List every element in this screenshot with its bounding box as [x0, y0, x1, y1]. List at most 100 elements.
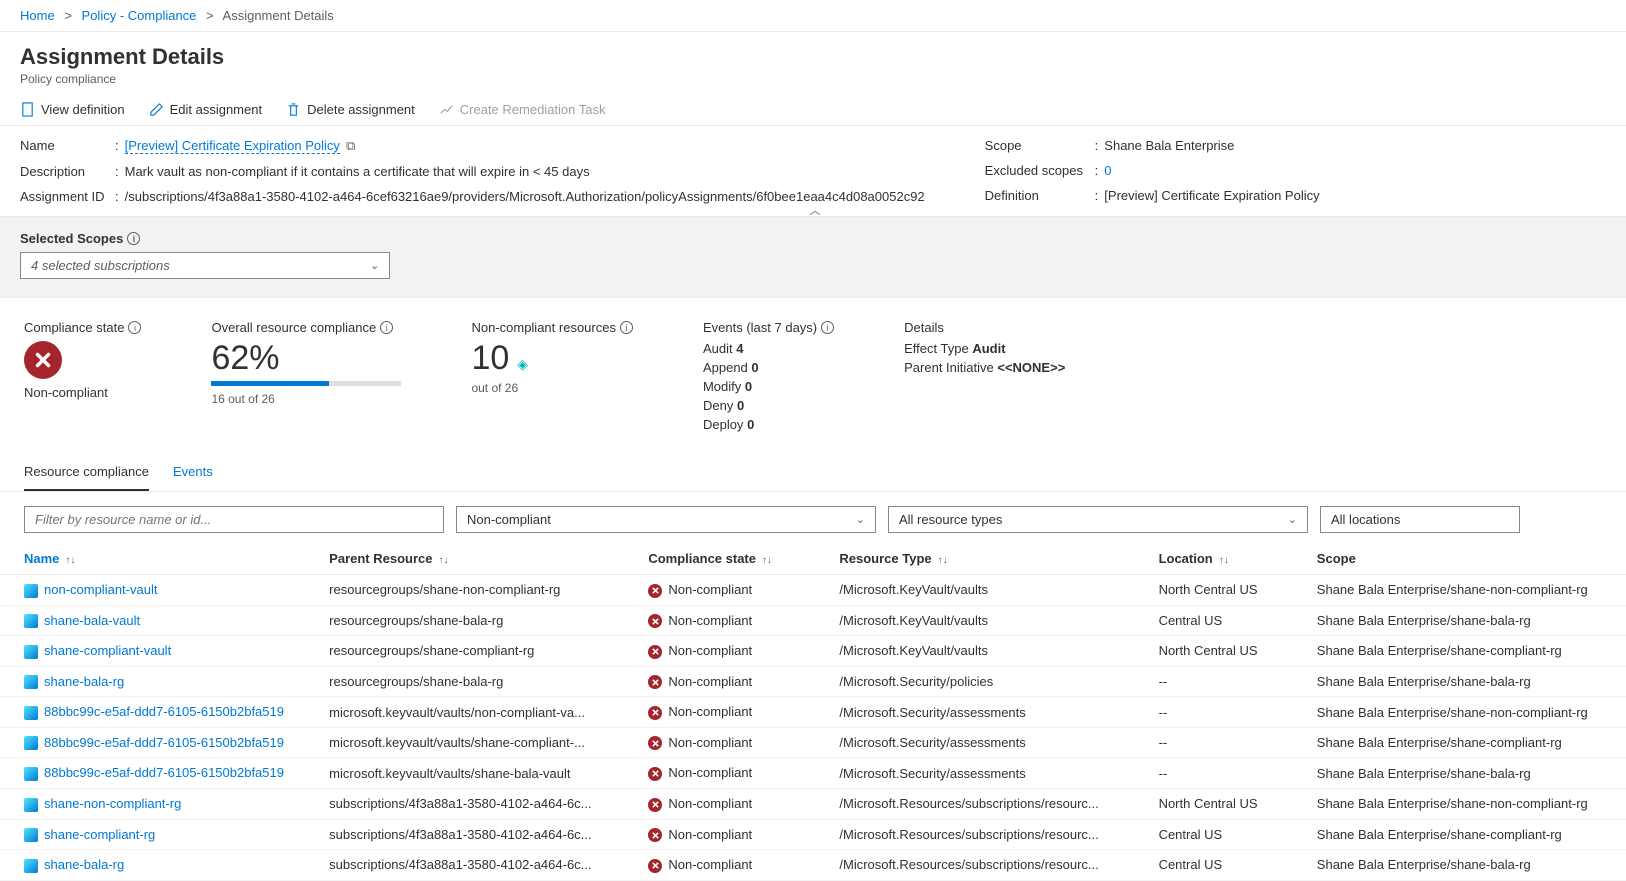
selected-scopes-dropdown[interactable]: 4 selected subscriptions ⌄: [20, 252, 390, 279]
table-row[interactable]: shane-bala-rg resourcegroups/shane-bala-r…: [0, 666, 1626, 697]
dropdown-value: All resource types: [899, 512, 1002, 527]
prop-desc-label: Description: [20, 164, 115, 179]
resource-link[interactable]: shane-compliant-vault: [44, 643, 171, 658]
create-remediation-button: Create Remediation Task: [439, 102, 606, 117]
noncompliant-small-icon: [648, 828, 662, 842]
prop-assign-value: /subscriptions/4f3a88a1-3580-4102-a464-6…: [125, 189, 925, 204]
cell-location: --: [1149, 727, 1307, 758]
page-title: Assignment Details: [20, 44, 1606, 70]
noncompliant-small-icon: [648, 798, 662, 812]
resource-icon: [24, 675, 38, 689]
event-value: 0: [747, 417, 754, 432]
filter-locations-dropdown[interactable]: All locations: [1320, 506, 1520, 533]
col-scope[interactable]: Scope: [1307, 543, 1626, 575]
cell-parent: resourcegroups/shane-bala-rg: [319, 666, 638, 697]
noncompliant-small-icon: [648, 706, 662, 720]
table-row[interactable]: 88bbc99c-e5af-ddd7-6105-6150b2bfa519micr…: [0, 697, 1626, 728]
prop-name-label: Name: [20, 138, 115, 154]
overall-sub: 16 out of 26: [211, 392, 401, 406]
breadcrumb-policy[interactable]: Policy - Compliance: [82, 8, 197, 23]
table-row[interactable]: shane-compliant-rg subscriptions/4f3a88a1…: [0, 819, 1626, 850]
cell-scope: Shane Bala Enterprise/shane-non-complian…: [1307, 788, 1626, 819]
prop-excl-label: Excluded scopes: [985, 163, 1095, 178]
event-value: 0: [751, 360, 758, 375]
cell-parent: subscriptions/4f3a88a1-3580-4102-a464-6c…: [319, 788, 638, 819]
col-state[interactable]: Compliance state↑↓: [638, 543, 829, 575]
selected-scopes-panel: Selected Scopes i 4 selected subscriptio…: [0, 216, 1626, 298]
cell-parent: subscriptions/4f3a88a1-3580-4102-a464-6c…: [319, 819, 638, 850]
delete-assignment-button[interactable]: Delete assignment: [286, 102, 415, 117]
resource-icon: [24, 614, 38, 628]
table-row[interactable]: non-compliant-vaultresourcegroups/shane-…: [0, 575, 1626, 606]
cell-type: /Microsoft.Resources/subscriptions/resou…: [829, 850, 1148, 881]
resource-link[interactable]: shane-bala-rg: [44, 857, 124, 872]
breadcrumb-home[interactable]: Home: [20, 8, 55, 23]
resource-link[interactable]: shane-compliant-rg: [44, 827, 155, 842]
cell-type: /Microsoft.Security/assessments: [829, 697, 1148, 728]
edit-assignment-button[interactable]: Edit assignment: [149, 102, 263, 117]
stat-title: Details: [904, 320, 1065, 335]
event-label: Deny: [703, 398, 733, 413]
resource-link[interactable]: shane-bala-vault: [44, 613, 140, 628]
view-definition-button[interactable]: View definition: [20, 102, 125, 117]
resource-link[interactable]: 88bbc99c-e5af-ddd7-6105-6150b2bfa519: [44, 765, 284, 780]
col-location[interactable]: Location↑↓: [1149, 543, 1307, 575]
cell-scope: Shane Bala Enterprise/shane-bala-rg: [1307, 758, 1626, 789]
chevron-right-icon: >: [206, 8, 214, 23]
cell-state: Non-compliant: [638, 636, 829, 667]
page-header: Assignment Details Policy compliance: [0, 32, 1626, 94]
resource-icon: [24, 828, 38, 842]
resource-icon: [24, 645, 38, 659]
tab-resource-compliance[interactable]: Resource compliance: [24, 454, 149, 491]
table-row[interactable]: shane-bala-vault resourcegroups/shane-bal…: [0, 605, 1626, 636]
noncompliant-small-icon: [648, 645, 662, 659]
progress-bar: [211, 381, 401, 386]
resource-link[interactable]: shane-bala-rg: [44, 674, 124, 689]
info-icon[interactable]: i: [127, 232, 140, 245]
filter-name-input[interactable]: [24, 506, 444, 533]
table-row[interactable]: shane-bala-rgsubscriptions/4f3a88a1-3580…: [0, 850, 1626, 881]
info-icon[interactable]: i: [821, 321, 834, 334]
table-row[interactable]: shane-non-compliant-rg subscriptions/4f3a…: [0, 788, 1626, 819]
nc-count: 10: [471, 341, 509, 375]
resource-link[interactable]: 88bbc99c-e5af-ddd7-6105-6150b2bfa519: [44, 735, 284, 750]
tab-events[interactable]: Events: [173, 454, 213, 491]
col-parent[interactable]: Parent Resource↑↓: [319, 543, 638, 575]
col-name[interactable]: Name↑↓: [0, 543, 319, 575]
filter-types-dropdown[interactable]: All resource types ⌄: [888, 506, 1308, 533]
filters-row: Non-compliant ⌄ All resource types ⌄ All…: [0, 492, 1626, 543]
cell-state: Non-compliant: [638, 697, 829, 728]
table-row[interactable]: shane-compliant-vaultresourcegroups/shan…: [0, 636, 1626, 667]
table-row[interactable]: 88bbc99c-e5af-ddd7-6105-6150b2bfa519 micr…: [0, 758, 1626, 789]
cell-state: Non-compliant: [638, 666, 829, 697]
chevron-down-icon: ⌄: [370, 259, 379, 272]
info-icon[interactable]: i: [380, 321, 393, 334]
prop-excl-value[interactable]: 0: [1104, 163, 1111, 178]
stat-title: Non-compliant resources: [471, 320, 616, 335]
collapse-caret-icon[interactable]: ︿: [810, 202, 817, 218]
col-type[interactable]: Resource Type↑↓: [829, 543, 1148, 575]
prop-name-value[interactable]: [Preview] Certificate Expiration Policy: [125, 138, 340, 154]
chevron-down-icon: ⌄: [856, 513, 865, 526]
breadcrumb: Home > Policy - Compliance > Assignment …: [0, 0, 1626, 32]
info-icon[interactable]: i: [620, 321, 633, 334]
noncompliant-small-icon: [648, 614, 662, 628]
resource-link[interactable]: shane-non-compliant-rg: [44, 796, 181, 811]
cell-state: Non-compliant: [638, 575, 829, 606]
filter-compliance-dropdown[interactable]: Non-compliant ⌄: [456, 506, 876, 533]
cell-type: /Microsoft.Security/assessments: [829, 727, 1148, 758]
stats-row: Compliance statei Non-compliant Overall …: [0, 298, 1626, 446]
resource-link[interactable]: 88bbc99c-e5af-ddd7-6105-6150b2bfa519: [44, 704, 284, 719]
cell-parent: resourcegroups/shane-bala-rg: [319, 605, 638, 636]
nc-sub: out of 26: [471, 381, 633, 395]
events-block: Events (last 7 days)i Audit 4 Append 0 M…: [703, 320, 834, 436]
resource-link[interactable]: non-compliant-vault: [44, 582, 157, 597]
prop-scope-value: Shane Bala Enterprise: [1104, 138, 1234, 153]
table-row[interactable]: 88bbc99c-e5af-ddd7-6105-6150b2bfa519micr…: [0, 727, 1626, 758]
cell-parent: microsoft.keyvault/vaults/shane-bala-vau…: [319, 758, 638, 789]
stat-title: Compliance state: [24, 320, 124, 335]
info-icon[interactable]: i: [128, 321, 141, 334]
compliance-state-block: Compliance statei Non-compliant: [24, 320, 141, 436]
copy-icon[interactable]: ⧉: [346, 138, 355, 154]
cell-state: Non-compliant: [638, 788, 829, 819]
